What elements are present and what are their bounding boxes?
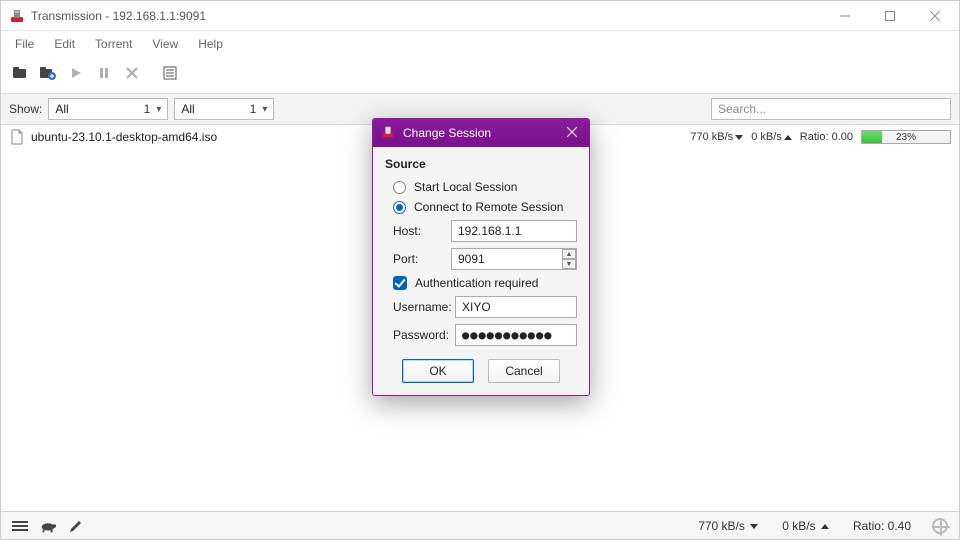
dialog-close-button[interactable] [563,126,581,140]
dialog-app-icon [381,125,395,142]
radio-icon [393,201,406,214]
radio-start-local[interactable]: Start Local Session [385,177,577,197]
port-value: 9091 [458,252,562,266]
username-label: Username: [393,300,449,314]
checkbox-icon [393,276,407,290]
cancel-button[interactable]: Cancel [488,359,560,383]
radio-icon [393,181,406,194]
ok-button[interactable]: OK [402,359,474,383]
radio-remote-label: Connect to Remote Session [414,200,563,214]
modal-overlay: Change Session Source Start Local Sessio… [1,1,959,539]
host-input[interactable]: 192.168.1.1 [451,220,577,242]
cancel-label: Cancel [505,364,542,378]
username-value: XIYO [462,300,491,314]
password-value: ●●●●●●●●●●● [462,328,552,342]
dialog-titlebar[interactable]: Change Session [373,119,589,147]
auth-required-checkbox[interactable]: Authentication required [385,273,577,293]
radio-local-label: Start Local Session [414,180,517,194]
host-label: Host: [393,224,445,238]
ok-label: OK [429,364,446,378]
port-spinner[interactable]: ▲▼ [562,249,576,269]
change-session-dialog: Change Session Source Start Local Sessio… [372,118,590,396]
auth-label: Authentication required [415,276,538,290]
username-input[interactable]: XIYO [455,296,577,318]
host-value: 192.168.1.1 [458,224,521,238]
dialog-section-title: Source [385,157,577,171]
radio-connect-remote[interactable]: Connect to Remote Session [385,197,577,217]
password-input[interactable]: ●●●●●●●●●●● [455,324,577,346]
port-label: Port: [393,252,445,266]
dialog-title: Change Session [403,126,491,140]
password-label: Password: [393,328,449,342]
port-input[interactable]: 9091 ▲▼ [451,248,577,270]
